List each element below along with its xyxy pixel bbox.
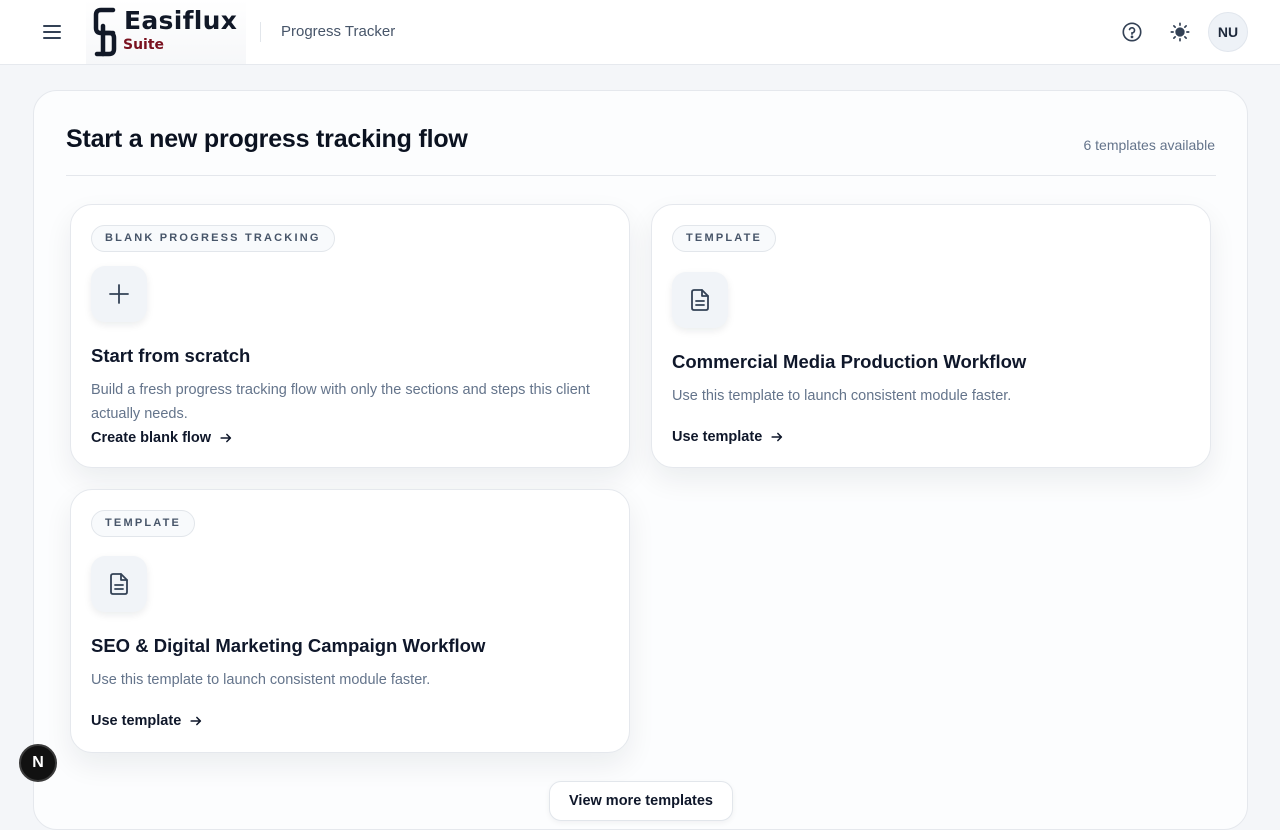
arrow-right-icon — [190, 716, 202, 726]
card-icon-box — [91, 556, 147, 612]
logo-name: Easiflux — [124, 6, 238, 35]
card-icon-box — [91, 266, 147, 322]
card-badge: TEMPLATE — [91, 510, 196, 537]
card-description: Use this template to launch consistent m… — [672, 388, 1012, 404]
create-blank-flow-link[interactable]: Create blank flow — [91, 429, 233, 447]
menu-button[interactable] — [37, 20, 67, 44]
app-title: Progress Tracker — [281, 23, 396, 40]
card-action-label: Use template — [91, 713, 182, 729]
card-title: SEO & Digital Marketing Campaign Workflo… — [91, 635, 486, 656]
use-template-link[interactable]: Use template — [672, 428, 784, 446]
use-template-link[interactable]: Use template — [91, 712, 203, 730]
user-avatar[interactable]: NU — [1208, 12, 1248, 52]
template-card[interactable]: TEMPLATE Commercial Media Production Wor… — [651, 204, 1211, 468]
templates-panel: Start a new progress tracking flow 6 tem… — [33, 90, 1248, 830]
floating-n-badge[interactable]: N — [19, 744, 57, 782]
theme-toggle-button[interactable] — [1160, 12, 1200, 52]
document-icon — [110, 573, 128, 595]
card-action-label: Use template — [672, 429, 763, 445]
arrow-right-icon — [771, 432, 783, 442]
menu-icon — [43, 25, 61, 39]
help-icon — [1122, 22, 1142, 42]
app-logo[interactable]: Easiflux Suite — [86, 0, 246, 64]
title-divider — [66, 175, 1216, 176]
template-count: 6 templates available — [1083, 137, 1215, 153]
card-action-label: Create blank flow — [91, 430, 212, 446]
card-description: Build a fresh progress tracking flow wit… — [91, 382, 590, 422]
sun-icon — [1170, 22, 1190, 42]
card-badge: TEMPLATE — [672, 225, 777, 252]
page-title: Start a new progress tracking flow — [66, 125, 468, 153]
header-divider — [260, 22, 261, 42]
card-badge: BLANK PROGRESS TRACKING — [91, 225, 335, 252]
plus-icon — [109, 284, 129, 304]
card-title: Commercial Media Production Workflow — [672, 351, 1027, 372]
top-bar: Easiflux Suite Progress Tracker NU — [0, 0, 1280, 65]
help-button[interactable] — [1112, 12, 1152, 52]
card-description: Use this template to launch consistent m… — [91, 672, 431, 688]
arrow-right-icon — [220, 433, 232, 443]
card-title: Start from scratch — [91, 345, 251, 366]
blank-flow-card[interactable]: BLANK PROGRESS TRACKING Start from scrat… — [70, 204, 630, 468]
logo-suite: Suite — [123, 37, 165, 53]
view-more-templates-button[interactable]: View more templates — [549, 781, 733, 821]
card-icon-box — [672, 272, 728, 328]
logo-mark-icon — [93, 7, 117, 57]
document-icon — [691, 289, 709, 311]
template-card[interactable]: TEMPLATE SEO & Digital Marketing Campaig… — [70, 489, 630, 753]
